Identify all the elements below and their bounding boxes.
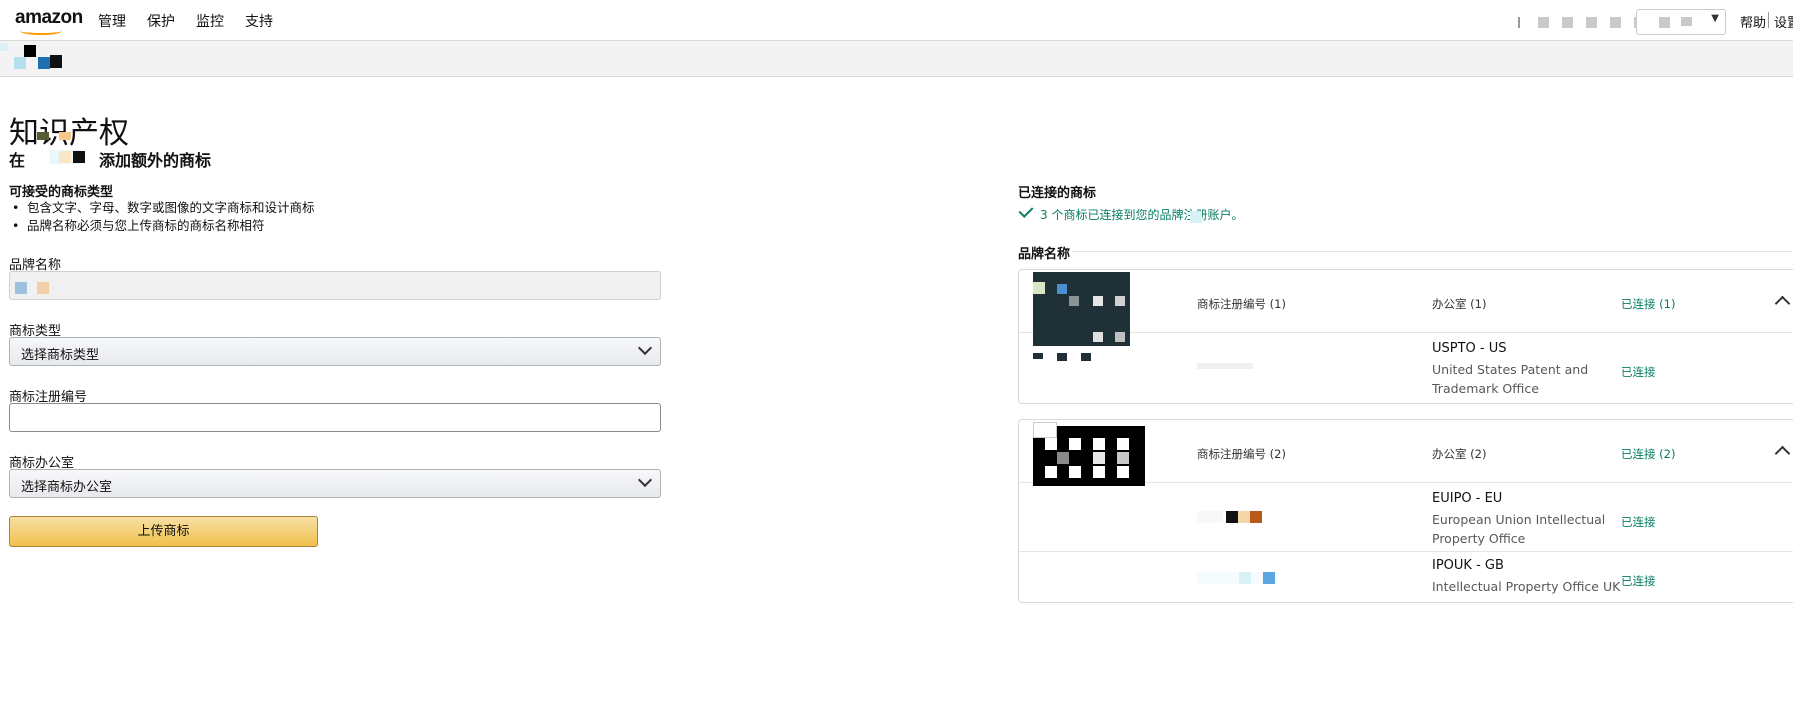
- top-nav: amazon 管理 保护 监控 支持 ▼ 帮助 设置: [0, 0, 1793, 41]
- connected-count-header: 已连接 (2): [1621, 447, 1676, 461]
- table-row: EUIPO - EU European Union Intellectual P…: [1019, 483, 1793, 551]
- list-item: 包含文字、字母、数字或图像的文字商标和设计商标: [9, 199, 315, 217]
- settings-link[interactable]: 设置: [1774, 12, 1793, 31]
- amazon-logo[interactable]: amazon: [15, 7, 83, 29]
- office-header: 办公室 (1): [1432, 297, 1487, 311]
- list-item: 品牌名称必须与您上传商标的商标名称相符: [9, 217, 315, 235]
- registration-number-header: 商标注册编号 (1): [1197, 297, 1286, 311]
- trademark-card-header[interactable]: 商标注册编号 (1) 办公室 (1) 已连接 (1): [1019, 270, 1793, 346]
- office-name: United States Patent and Trademark Offic…: [1432, 362, 1589, 396]
- nav-manage[interactable]: 管理: [98, 11, 126, 31]
- caret-down-icon: ▼: [1711, 13, 1719, 24]
- chevron-down-icon: [637, 340, 653, 356]
- connected-badge: 已连接: [1621, 574, 1656, 588]
- subtitle-suffix: 添加额外的商标: [99, 151, 212, 170]
- office-code: IPOUK - GB: [1432, 558, 1504, 573]
- trademark-office-value: 选择商标办公室: [21, 480, 113, 495]
- table-row: USPTO - US United States Patent and Trad…: [1019, 333, 1793, 403]
- connected-trademarks-heading: 已连接的商标: [1018, 186, 1097, 201]
- nav-monitor[interactable]: 监控: [196, 11, 224, 31]
- page-title: 知识产权: [9, 108, 129, 152]
- accepted-types-list: 包含文字、字母、数字或图像的文字商标和设计商标 品牌名称必须与您上传商标的商标名…: [9, 199, 315, 235]
- divider: [1072, 251, 1793, 252]
- office-header: 办公室 (2): [1432, 447, 1487, 461]
- nav-protect[interactable]: 保护: [147, 11, 175, 31]
- account-sub-bar: [0, 41, 1793, 77]
- connected-badge: 已连接: [1621, 365, 1656, 379]
- office-name: European Union Intellectual Property Off…: [1432, 512, 1606, 546]
- trademark-type-value: 选择商标类型: [21, 348, 100, 363]
- trademark-card-header[interactable]: 商标注册编号 (2) 办公室 (2) 已连接 (2): [1019, 420, 1793, 486]
- office-code: EUIPO - EU: [1432, 491, 1503, 506]
- chevron-down-icon: [637, 472, 653, 488]
- registration-number-header: 商标注册编号 (2): [1197, 447, 1286, 461]
- connected-status: 3 个商标已连接到您的品牌注册账户。: [1018, 203, 1244, 223]
- upload-trademark-button[interactable]: 上传商标: [9, 516, 318, 547]
- connected-count-header: 已连接 (1): [1621, 297, 1676, 311]
- nav-divider: [1768, 12, 1769, 28]
- office-code: USPTO - US: [1432, 341, 1507, 356]
- brand-name-column-heading: 品牌名称: [1018, 247, 1071, 262]
- nav-support[interactable]: 支持: [245, 11, 273, 31]
- chevron-up-icon[interactable]: [1774, 445, 1791, 462]
- checkmark-icon: [1018, 203, 1034, 218]
- trademark-card: 商标注册编号 (2) 办公室 (2) 已连接 (2) EUIPO - EU Eu…: [1018, 419, 1793, 603]
- registration-number-input[interactable]: [9, 403, 661, 432]
- table-row: IPOUK - GB Intellectual Property Office …: [1019, 552, 1793, 602]
- trademark-office-select[interactable]: 选择商标办公室: [9, 469, 661, 498]
- connected-status-text: 3 个商标已连接到您的品牌注册账户。: [1040, 208, 1244, 222]
- chevron-up-icon[interactable]: [1774, 295, 1791, 312]
- trademark-card: 商标注册编号 (1) 办公室 (1) 已连接 (1) USPTO - US Un…: [1018, 269, 1793, 404]
- logo-smile-icon: [20, 27, 62, 35]
- help-link[interactable]: 帮助: [1740, 12, 1766, 31]
- brand-name-field: [9, 271, 661, 300]
- account-switcher[interactable]: ▼: [1636, 9, 1726, 35]
- subtitle-prefix: 在: [9, 151, 26, 170]
- accepted-types-heading: 可接受的商标类型: [9, 185, 114, 200]
- trademark-type-select[interactable]: 选择商标类型: [9, 337, 661, 366]
- connected-badge: 已连接: [1621, 515, 1656, 529]
